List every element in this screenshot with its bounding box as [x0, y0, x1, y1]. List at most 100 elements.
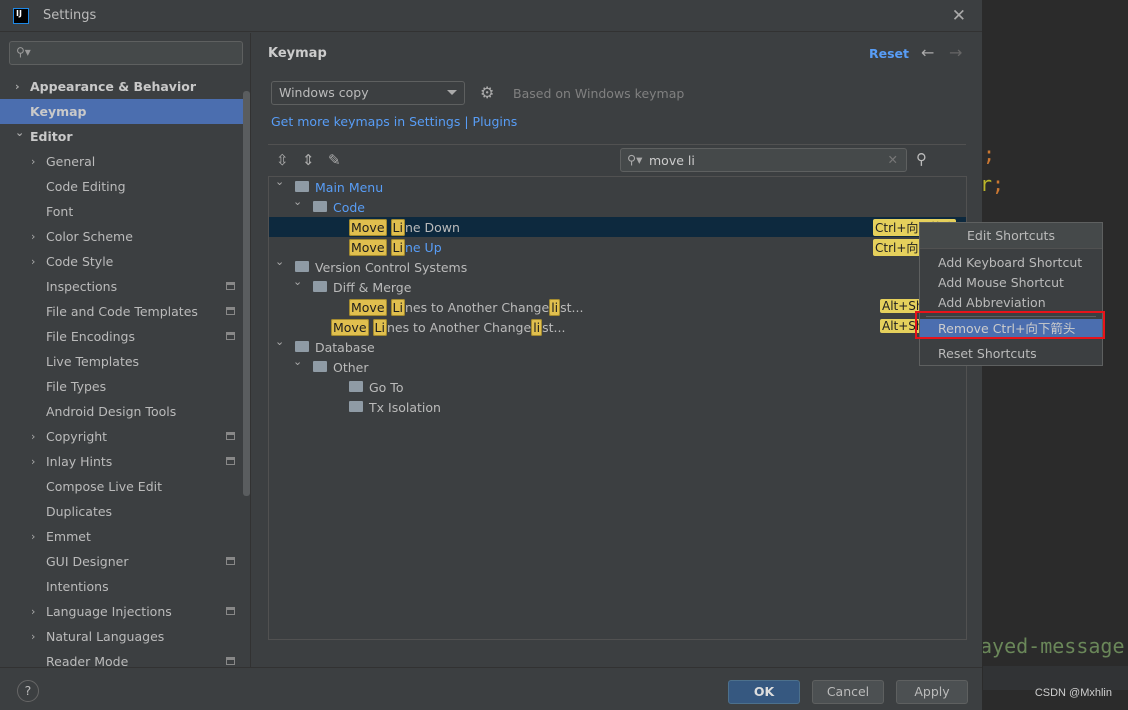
sidebar-item[interactable]: Keymap	[0, 99, 250, 124]
tree-label-text: Other	[333, 359, 369, 375]
menu-item[interactable]: Add Mouse Shortcut	[920, 273, 1102, 293]
menu-item[interactable]: Add Abbreviation	[920, 293, 1102, 313]
tree-row[interactable]: Move Li ne Up Ctrl+向上箭头	[269, 237, 966, 257]
folder-icon	[349, 380, 363, 392]
chevron-right-icon[interactable]: ›	[31, 255, 35, 268]
chevron-down-icon[interactable]: ⌄	[293, 195, 302, 208]
clear-icon[interactable]: ✕	[888, 152, 898, 167]
apply-button[interactable]: Apply	[896, 680, 968, 704]
title-bar: IJ Settings ✕	[0, 0, 982, 32]
sidebar-item-label: Code Style	[46, 254, 114, 269]
tree-row[interactable]: ⌄ Code	[269, 195, 966, 217]
match-highlight: Li	[390, 298, 405, 316]
sidebar-item[interactable]: › General	[0, 149, 250, 174]
chevron-right-icon[interactable]: ›	[31, 530, 35, 543]
project-settings-icon	[226, 657, 235, 665]
sidebar-item[interactable]: Font	[0, 199, 250, 224]
chevron-right-icon[interactable]: ›	[31, 430, 35, 443]
help-button[interactable]: ?	[17, 680, 39, 702]
folder-icon	[349, 400, 363, 412]
sidebar-item[interactable]: Android Design Tools	[0, 399, 250, 424]
tree-label: Main Menu	[295, 180, 383, 195]
expand-all-icon[interactable]: ⇳	[276, 151, 289, 169]
sidebar-item-label: Editor	[30, 129, 73, 144]
chevron-right-icon[interactable]: ›	[31, 605, 35, 618]
action-name: st...	[542, 319, 566, 335]
plugins-link[interactable]: Get more keymaps in Settings | Plugins	[271, 114, 517, 129]
back-arrow-icon[interactable]: ←	[921, 43, 934, 62]
find-by-shortcut-icon[interactable]: ⚲	[916, 150, 927, 168]
sidebar-item[interactable]: File and Code Templates	[0, 299, 250, 324]
settings-search-input[interactable]: ⚲▾	[9, 41, 243, 65]
sidebar-item-label: Appearance & Behavior	[30, 79, 196, 94]
tree-row[interactable]: Move Li ne Down Ctrl+向下箭头	[269, 217, 966, 237]
edit-icon[interactable]: ✎	[328, 151, 341, 169]
tree-row[interactable]: Move Lines to Another Changelist...Alt+S…	[269, 317, 966, 337]
tree-row[interactable]: Move Lines to Another Changelist...Alt+S…	[269, 297, 966, 317]
sidebar-item[interactable]: Duplicates	[0, 499, 250, 524]
menu-item[interactable]: Reset Shortcuts	[920, 344, 1102, 364]
chevron-down-icon[interactable]: ⌄	[15, 126, 24, 139]
settings-sidebar: ⚲▾ › Appearance & Behavior Keymap ⌄ Editor › G…	[0, 33, 251, 667]
sidebar-item[interactable]: › Inlay Hints	[0, 449, 250, 474]
chevron-right-icon[interactable]: ›	[31, 630, 35, 643]
tree-label-text: Diff & Merge	[333, 279, 412, 295]
chevron-right-icon[interactable]: ›	[15, 80, 20, 93]
keymap-search-input[interactable]: ⚲▾ move li ✕	[620, 148, 907, 172]
sidebar-item[interactable]: › Emmet	[0, 524, 250, 549]
chevron-down-icon[interactable]: ⌄	[293, 355, 302, 368]
tree-label: Database	[295, 340, 375, 355]
tree-row[interactable]: Tx Isolation	[269, 397, 966, 417]
chevron-down-icon[interactable]: ⌄	[275, 177, 284, 188]
tree-label-text: Main Menu	[315, 179, 384, 195]
reset-link[interactable]: Reset	[869, 46, 909, 61]
sidebar-item-label: General	[46, 154, 96, 169]
gear-icon[interactable]: ⚙	[480, 83, 494, 102]
sidebar-item[interactable]: Reader Mode	[0, 649, 250, 667]
sidebar-item[interactable]: › Appearance & Behavior	[0, 74, 250, 99]
sidebar-item[interactable]: › Natural Languages	[0, 624, 250, 649]
tree-row[interactable]: ⌄ Database	[269, 335, 966, 357]
tree-label: Move Li nes to Another Change li st...	[349, 298, 583, 316]
close-icon[interactable]: ✕	[952, 6, 966, 26]
sidebar-item[interactable]: › Color Scheme	[0, 224, 250, 249]
cancel-button[interactable]: Cancel	[812, 680, 884, 704]
sidebar-scrollbar[interactable]	[243, 91, 250, 496]
menu-item[interactable]: Add Keyboard Shortcut	[920, 253, 1102, 273]
chevron-down-icon[interactable]: ⌄	[275, 255, 284, 268]
sidebar-item[interactable]: Live Templates	[0, 349, 250, 374]
sidebar-item[interactable]: Code Editing	[0, 174, 250, 199]
forward-arrow-icon[interactable]: →	[949, 43, 962, 62]
chevron-right-icon[interactable]: ›	[31, 455, 35, 468]
sidebar-item[interactable]: GUI Designer	[0, 549, 250, 574]
sidebar-item[interactable]: › Copyright	[0, 424, 250, 449]
ok-button[interactable]: OK	[728, 680, 800, 704]
chevron-right-icon[interactable]: ›	[31, 230, 35, 243]
sidebar-item[interactable]: Inspections	[0, 274, 250, 299]
tree-row[interactable]: ⌄ Main Menu	[269, 177, 966, 197]
keymap-tree: ⌄ Main Menu ⌄ Code Move Li ne Down Ctrl+向下箭头 Mo…	[268, 176, 967, 640]
tree-row[interactable]: Go To	[269, 377, 966, 397]
keymap-select[interactable]: Windows copy	[271, 81, 465, 105]
action-name: ne Up	[404, 239, 442, 255]
chevron-right-icon[interactable]: ›	[31, 155, 35, 168]
sidebar-item-label: File Types	[46, 379, 107, 394]
sidebar-item[interactable]: › Code Style	[0, 249, 250, 274]
sidebar-item[interactable]: › Language Injections	[0, 599, 250, 624]
sidebar-item[interactable]: ⌄ Editor	[0, 124, 250, 149]
chevron-down-icon[interactable]: ⌄	[275, 335, 284, 348]
tree-label-text: Tx Isolation	[369, 399, 441, 415]
collapse-all-icon[interactable]: ⇕	[302, 151, 315, 169]
window-title: Settings	[43, 8, 97, 23]
project-settings-icon	[226, 307, 235, 315]
sidebar-item[interactable]: Compose Live Edit	[0, 474, 250, 499]
tree-row[interactable]: ⌄ Version Control Systems	[269, 255, 966, 277]
tree-row[interactable]: ⌄ Other	[269, 355, 966, 377]
chevron-down-icon[interactable]: ⌄	[293, 275, 302, 288]
tree-label-text: Code	[333, 199, 366, 215]
tree-row[interactable]: ⌄ Diff & Merge	[269, 275, 966, 297]
sidebar-item[interactable]: File Types	[0, 374, 250, 399]
sidebar-item[interactable]: File Encodings	[0, 324, 250, 349]
folder-icon	[313, 200, 327, 212]
sidebar-item[interactable]: Intentions	[0, 574, 250, 599]
